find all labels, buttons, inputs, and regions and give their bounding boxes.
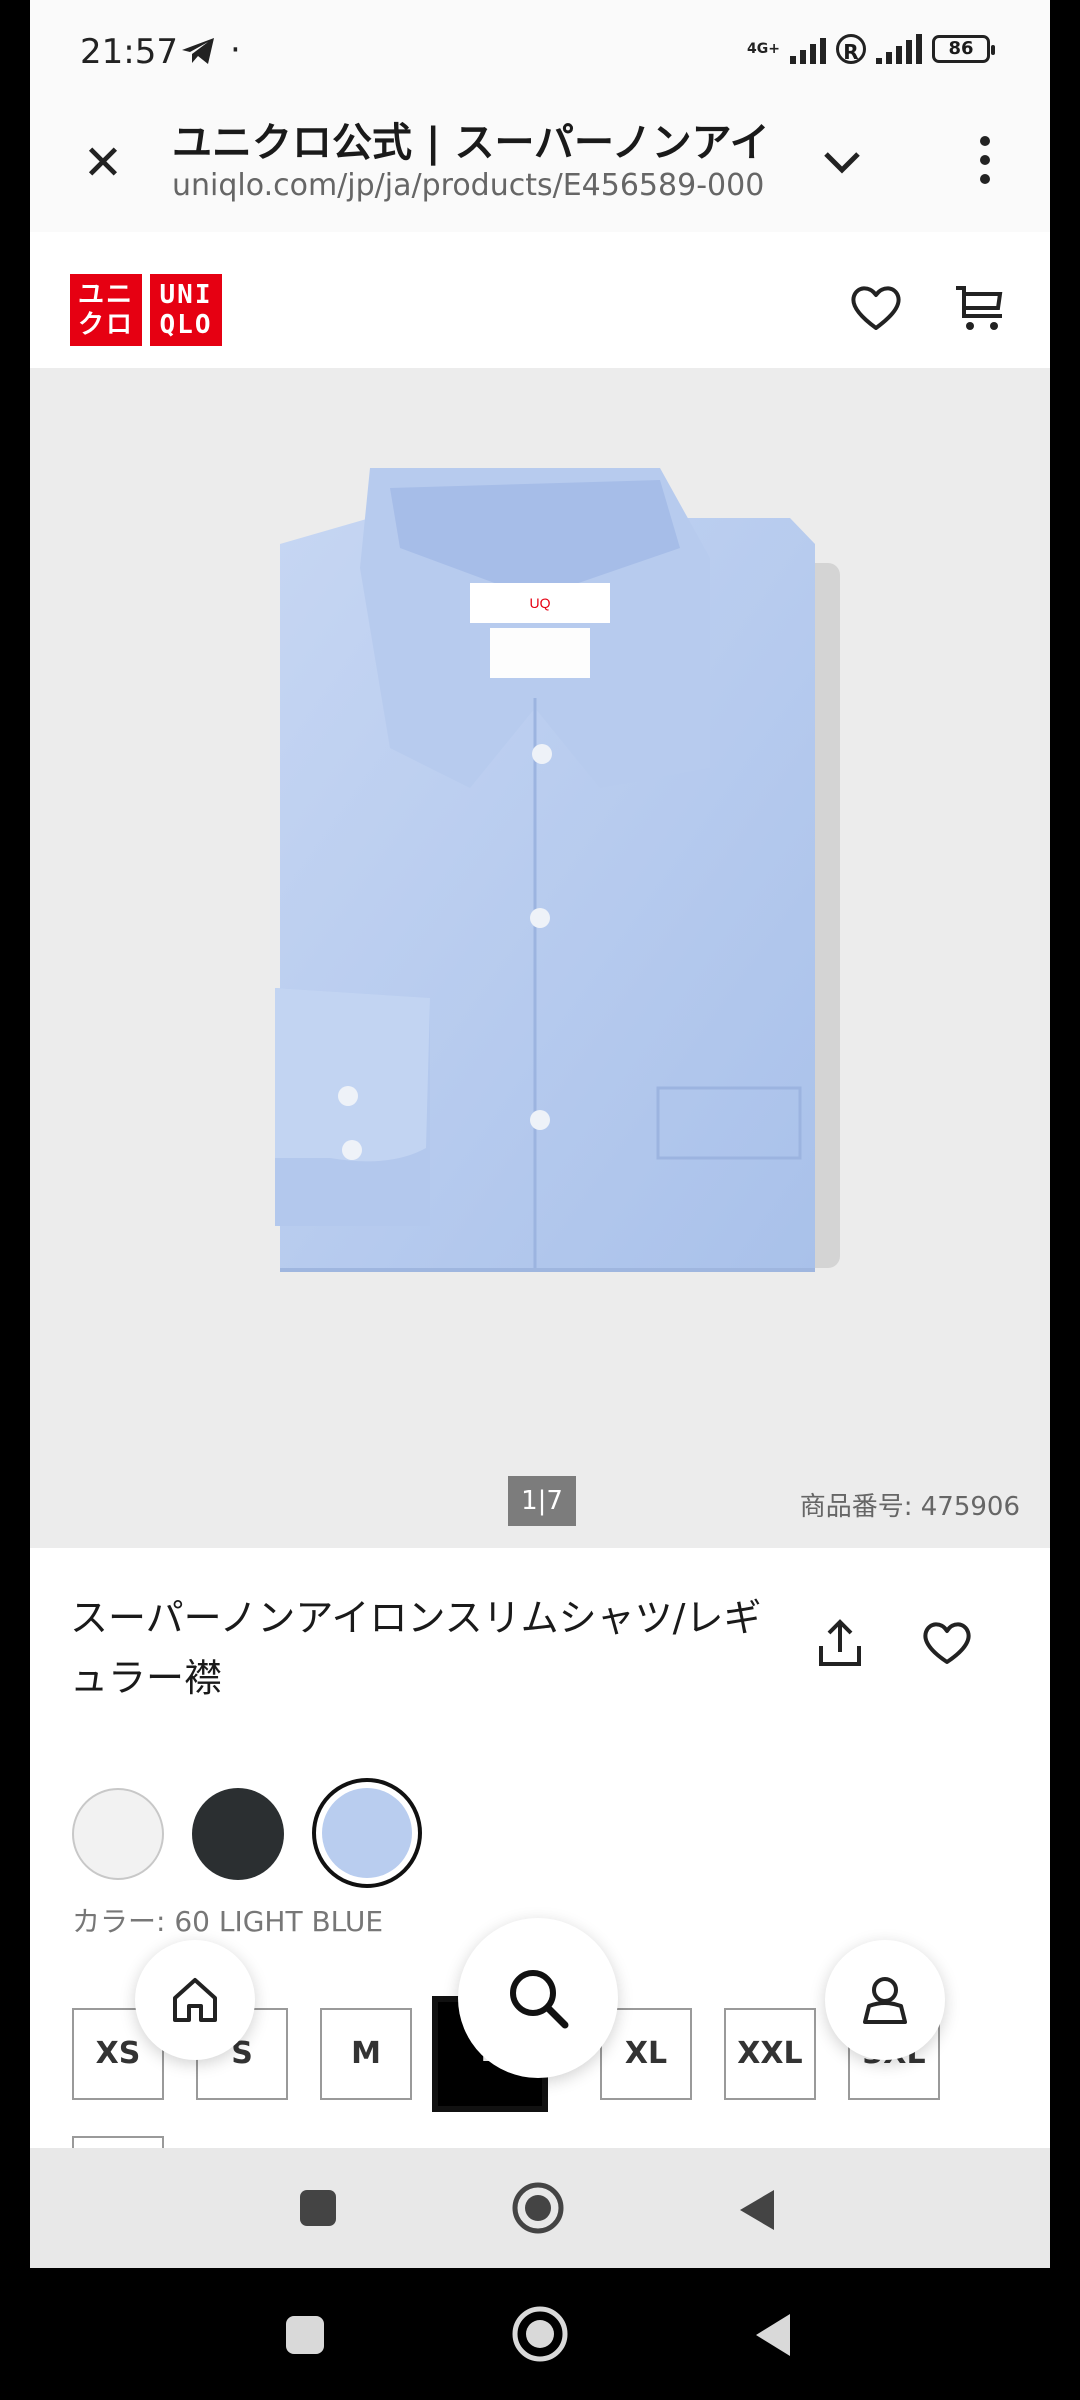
signal-icon xyxy=(790,34,826,64)
home-nav-icon[interactable] xyxy=(510,2304,570,2368)
heart-icon[interactable] xyxy=(920,1618,974,1668)
kebab-menu-icon[interactable] xyxy=(975,136,995,192)
color-swatch-navy[interactable] xyxy=(192,1788,284,1880)
product-image-carousel[interactable]: UQ 1|7 商品番号: 475906 xyxy=(30,368,1050,1548)
user-icon xyxy=(863,1977,907,2024)
selected-color-label: カラー: 60 LIGHT BLUE xyxy=(72,1905,384,1938)
telegram-icon xyxy=(180,36,216,70)
logo-en: UNI QLO xyxy=(150,274,222,346)
cart-icon[interactable] xyxy=(950,278,1010,338)
size-m[interactable]: M xyxy=(320,2008,412,2100)
account-button[interactable] xyxy=(825,1940,945,2060)
page-url[interactable]: uniqlo.com/jp/ja/products/E456589-000 xyxy=(172,168,772,203)
logo-en-line2: QLO xyxy=(159,310,213,340)
android-nav-bar-inner xyxy=(30,2148,1050,2268)
battery-icon: 86 xyxy=(932,35,995,63)
chevron-down-icon[interactable] xyxy=(820,144,864,184)
color-swatch-white[interactable] xyxy=(72,1788,164,1880)
home-button[interactable] xyxy=(135,1940,255,2060)
home-icon xyxy=(173,1978,217,2022)
product-name: スーパーノンアイロンスリムシャツ/レギュラー襟 xyxy=(70,1596,762,1700)
logo-jp-line1: ユニ xyxy=(77,280,134,310)
size-xxl[interactable]: XXL xyxy=(724,2008,816,2100)
recents-icon[interactable] xyxy=(284,2314,326,2360)
image-pager: 1|7 xyxy=(508,1476,576,1526)
roaming-icon: R xyxy=(836,34,866,64)
page-title: ユニクロ公式 | スーパーノンアイ xyxy=(172,120,770,166)
browser-toolbar: ✕ ユニクロ公式 | スーパーノンアイ uniqlo.com/jp/ja/pro… xyxy=(30,100,1050,234)
search-button[interactable] xyxy=(458,1918,618,2078)
logo-en-line1: UNI xyxy=(159,280,213,310)
android-nav-bar xyxy=(0,2268,1080,2400)
status-time: 21:57 xyxy=(80,32,178,72)
close-icon[interactable]: ✕ xyxy=(78,138,128,188)
status-right: 4G+ R 86 xyxy=(747,34,995,64)
product-number: 商品番号: 475906 xyxy=(799,1492,1020,1522)
site-header: ユニ クロ UNI QLO xyxy=(30,232,1050,368)
shirt-image: UQ xyxy=(275,468,840,1272)
color-swatch-light-blue[interactable] xyxy=(312,1778,422,1888)
back-icon[interactable] xyxy=(736,2188,776,2236)
heart-icon[interactable] xyxy=(846,278,906,338)
back-icon[interactable] xyxy=(752,2312,792,2362)
phone-screen: 21:57 · 4G+ R 86 ✕ ユニクロ公式 | スーパーノンアイ uni… xyxy=(30,0,1050,2268)
search-icon xyxy=(510,1970,569,2029)
network-type: 4G+ xyxy=(747,40,780,57)
logo-jp-line2: クロ xyxy=(77,310,134,340)
home-nav-icon[interactable] xyxy=(510,2180,566,2240)
status-dot: · xyxy=(230,30,241,70)
share-icon[interactable] xyxy=(815,1616,865,1670)
recents-icon[interactable] xyxy=(298,2188,338,2232)
signal-icon-2 xyxy=(876,34,922,64)
status-bar: 21:57 · 4G+ R 86 xyxy=(30,0,1050,100)
logo-jp: ユニ クロ xyxy=(70,274,142,346)
uniqlo-logo[interactable]: ユニ クロ UNI QLO xyxy=(70,274,222,346)
svg-text:UQ: UQ xyxy=(530,595,551,611)
